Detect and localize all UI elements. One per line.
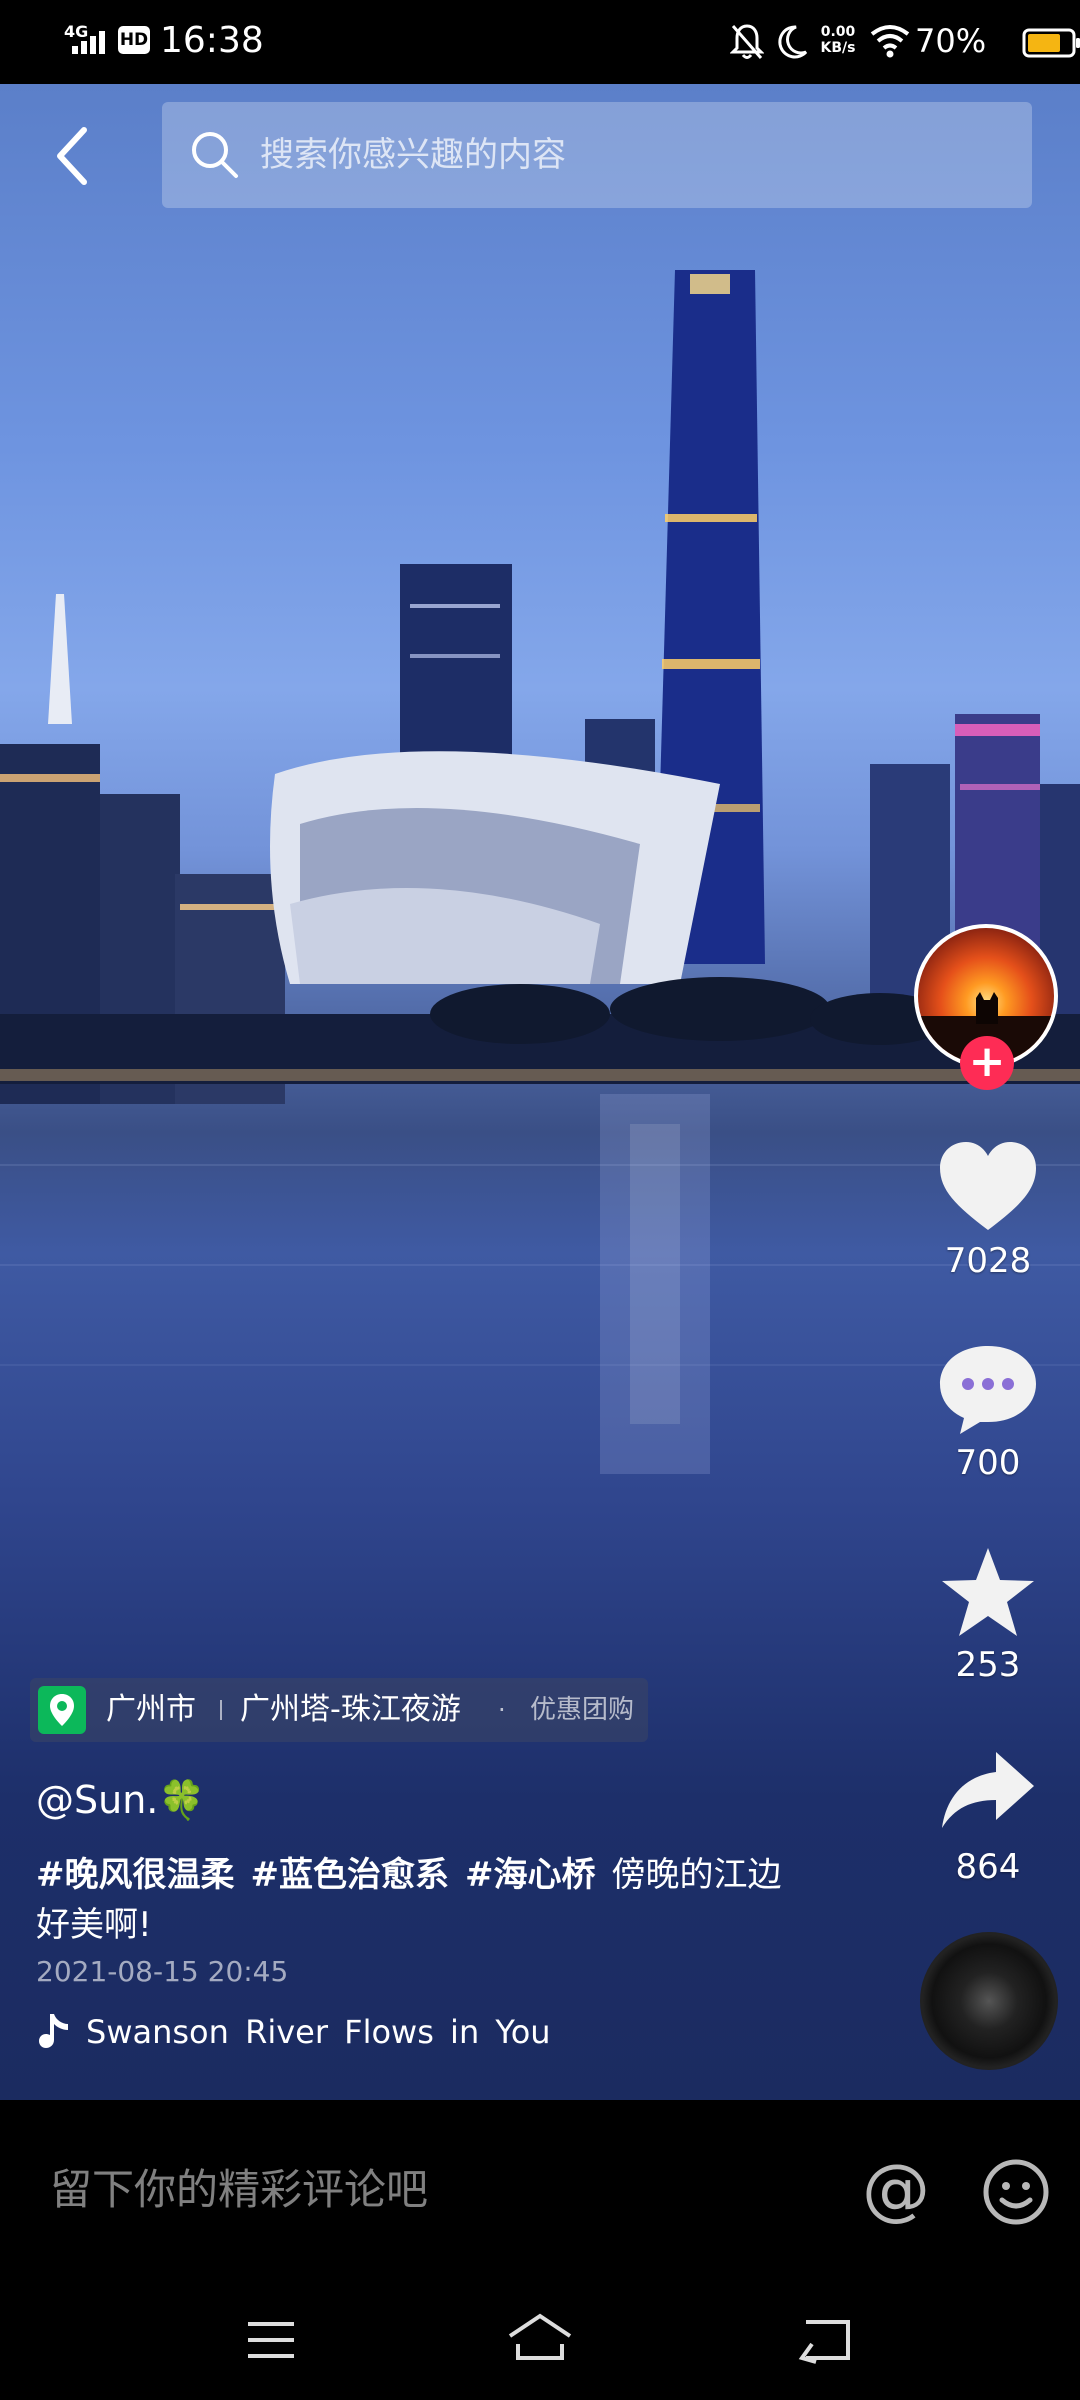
search-icon	[192, 132, 238, 178]
search-input[interactable]: 搜索你感兴趣的内容	[162, 102, 1032, 208]
comment-input[interactable]: 留下你的精彩评论吧	[50, 2100, 428, 2280]
location-poi: 广州塔-珠江夜游	[240, 1692, 461, 1727]
location-city: 广州市	[106, 1692, 196, 1727]
post-date: 2021-08-15 20:45	[36, 1955, 289, 1988]
status-bar: 4G HD 16:38 0.00 KB/s 70%	[0, 0, 1080, 84]
heart-icon	[940, 1142, 1036, 1230]
music-info[interactable]: Swanson River Flows in You	[36, 2008, 596, 2056]
location-tag[interactable]: 广州市 广州塔-珠江夜游 · 优惠团购	[30, 1678, 648, 1742]
share-button[interactable]: 864	[913, 1746, 1063, 1888]
comment-bubble-icon	[940, 1346, 1036, 1434]
favorite-count: 253	[955, 1645, 1021, 1685]
location-separator	[220, 1700, 222, 1720]
follow-button[interactable]: +	[960, 1036, 1014, 1090]
battery-percent: 70%	[915, 22, 987, 60]
do-not-disturb-moon-icon	[778, 25, 808, 59]
favorite-button[interactable]: 253	[913, 1544, 1063, 1686]
author-avatar-group: +	[914, 924, 1058, 1092]
cell-signal-icon: 4G	[60, 20, 110, 60]
author-name[interactable]: @Sun.🍀	[36, 1772, 206, 1828]
screen: 4G HD 16:38 0.00 KB/s 70% 搜索你感兴趣的内容 + 70…	[0, 0, 1080, 2400]
network-speed-value: 0.00	[820, 24, 856, 40]
share-arrow-icon	[942, 1752, 1034, 1828]
home-icon[interactable]	[504, 2310, 576, 2364]
location-pin-icon	[38, 1686, 86, 1734]
back-button[interactable]	[48, 122, 100, 190]
hashtag[interactable]: #蓝色治愈系	[251, 1855, 450, 1895]
share-count: 864	[955, 1847, 1021, 1887]
network-type: 4G	[64, 22, 89, 41]
like-count: 7028	[944, 1241, 1032, 1281]
mute-bell-icon	[730, 24, 764, 59]
comment-button[interactable]: 700	[913, 1342, 1063, 1484]
emoji-icon[interactable]	[982, 2158, 1050, 2226]
mention-button[interactable]: @	[862, 2154, 930, 2226]
recent-apps-icon[interactable]	[244, 2318, 298, 2362]
hd-badge: HD	[118, 26, 150, 54]
hashtag[interactable]: #海心桥	[465, 1855, 596, 1895]
music-note-icon	[39, 2014, 68, 2048]
system-nav-bar	[0, 2280, 1080, 2400]
location-dot: ·	[498, 1696, 506, 1724]
location-deal: 优惠团购	[530, 1695, 635, 1725]
back-nav-icon[interactable]	[796, 2316, 856, 2364]
like-button[interactable]: 7028	[913, 1140, 1063, 1282]
comment-count: 700	[955, 1443, 1021, 1483]
network-speed-unit: KB/s	[820, 40, 856, 56]
comment-bar[interactable]: 留下你的精彩评论吧 @	[0, 2100, 1080, 2280]
wifi-icon	[870, 25, 910, 58]
hashtag[interactable]: #晚风很温柔	[36, 1855, 235, 1895]
star-icon	[942, 1548, 1034, 1636]
video-caption: #晚风很温柔 #蓝色治愈系 #海心桥 傍晚的江边好美啊!	[36, 1850, 796, 1950]
search-placeholder: 搜索你感兴趣的内容	[260, 135, 566, 175]
music-title: Swanson River Flows in You	[86, 2013, 551, 2051]
clock: 16:38	[160, 20, 264, 61]
battery-icon	[1022, 28, 1080, 58]
music-disc[interactable]	[920, 1932, 1058, 2070]
network-speed: 0.00 KB/s	[816, 24, 860, 56]
